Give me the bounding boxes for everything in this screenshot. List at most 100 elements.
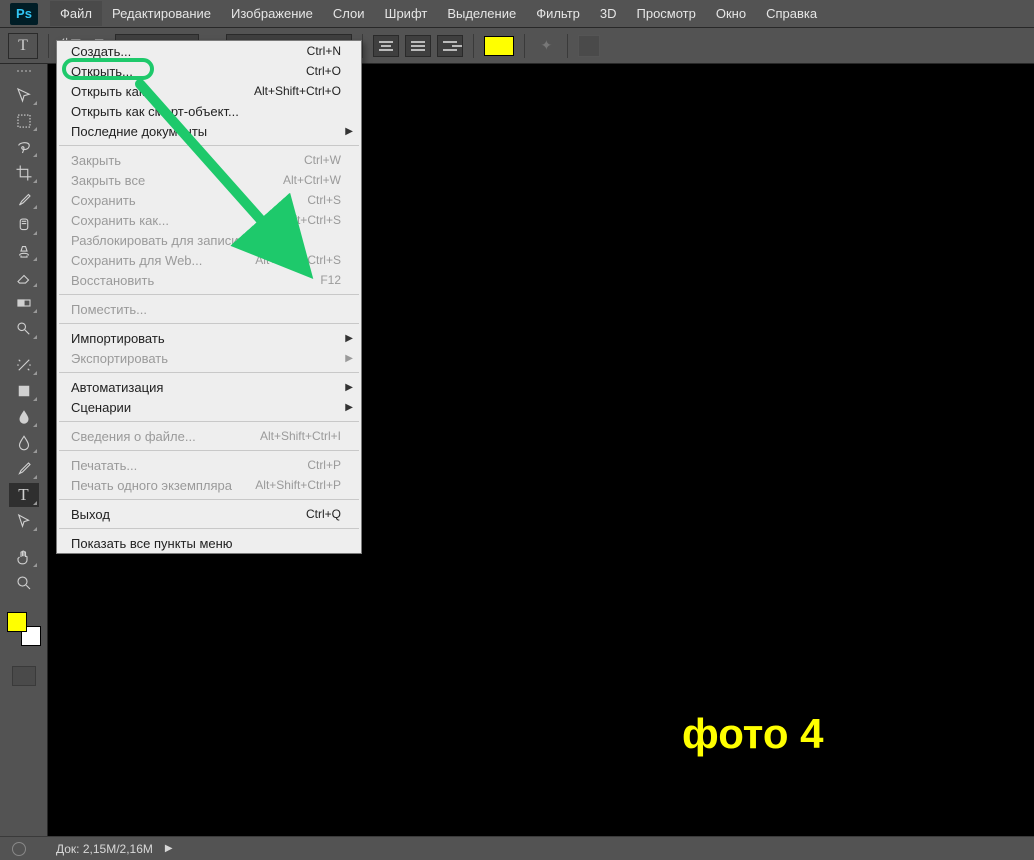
- app-logo: Ps: [10, 3, 38, 25]
- menu-entry[interactable]: Открыть как...Alt+Shift+Ctrl+O: [57, 81, 361, 101]
- healing-brush-tool[interactable]: [9, 213, 39, 237]
- menu-entry-label: Автоматизация: [71, 380, 163, 395]
- menu-entry-shortcut: Ctrl+P: [307, 458, 341, 472]
- menu-item-файл[interactable]: Файл: [50, 1, 102, 26]
- clone-stamp-tool[interactable]: [9, 239, 39, 263]
- menu-divider: [59, 499, 359, 500]
- menu-item-редактирование[interactable]: Редактирование: [102, 1, 221, 26]
- gradient-tool[interactable]: [9, 291, 39, 315]
- menu-entry[interactable]: Последние документы▶: [57, 121, 361, 141]
- menu-entry: Экспортировать▶: [57, 348, 361, 368]
- tools-panel: T: [0, 64, 48, 844]
- menu-entry[interactable]: Сценарии▶: [57, 397, 361, 417]
- menu-entry-shortcut: Ctrl+S: [307, 193, 341, 207]
- text-color-swatch[interactable]: [484, 36, 514, 56]
- menu-entry: Сведения о файле...Alt+Shift+Ctrl+I: [57, 426, 361, 446]
- menu-item-изображение[interactable]: Изображение: [221, 1, 323, 26]
- submenu-arrow-icon: ▶: [345, 402, 353, 413]
- blur-tool[interactable]: [9, 405, 39, 429]
- menu-entry: Печать одного экземпляра Alt+Shift+Ctrl+P: [57, 475, 361, 495]
- menu-entry-label: Импортировать: [71, 331, 165, 346]
- sponge-tool[interactable]: [9, 431, 39, 455]
- panel-grip[interactable]: [8, 70, 40, 78]
- menu-entry[interactable]: Открыть...Ctrl+O: [57, 61, 361, 81]
- menu-entry-shortcut: Alt+Shift+Ctrl+O: [254, 84, 341, 98]
- eraser-tool[interactable]: [9, 265, 39, 289]
- warp-text-icon[interactable]: ✦: [535, 35, 557, 57]
- menu-entry: ЗакрытьCtrl+W: [57, 150, 361, 170]
- menu-divider: [59, 372, 359, 373]
- brush-tool[interactable]: [9, 457, 39, 481]
- menu-item-справка[interactable]: Справка: [756, 1, 827, 26]
- menu-entry-label: Печатать...: [71, 458, 137, 473]
- marquee-tool[interactable]: [9, 109, 39, 133]
- menu-entry[interactable]: Открыть как смарт-объект...: [57, 101, 361, 121]
- menu-entry[interactable]: Импортировать▶: [57, 328, 361, 348]
- dodge-tool[interactable]: [9, 317, 39, 341]
- quickmask-button[interactable]: [12, 666, 36, 686]
- menu-divider: [59, 450, 359, 451]
- menu-entry-shortcut: Alt+Ctrl+W: [283, 173, 341, 187]
- menu-item-шрифт[interactable]: Шрифт: [375, 1, 438, 26]
- menu-entry-label: Закрыть все: [71, 173, 145, 188]
- separator: [567, 34, 568, 58]
- foreground-color-swatch[interactable]: [7, 612, 27, 632]
- menu-entry-shortcut: Ctrl+Q: [306, 507, 341, 521]
- menu-item-выделение[interactable]: Выделение: [437, 1, 526, 26]
- menu-entry[interactable]: Выход Ctrl+Q: [57, 504, 361, 524]
- menu-entry: Печатать... Ctrl+P: [57, 455, 361, 475]
- menu-divider: [59, 323, 359, 324]
- menu-entry-shortcut: Alt+Shift+Ctrl+S: [255, 253, 341, 267]
- menu-entry-label: Печать одного экземпляра: [71, 478, 232, 493]
- separator: [362, 34, 363, 58]
- tool-preset-icon[interactable]: T: [8, 33, 38, 59]
- menubar: Ps ФайлРедактированиеИзображениеСлоиШриф…: [0, 0, 1034, 28]
- menu-entry-shortcut: Alt+Shift+Ctrl+P: [255, 478, 341, 492]
- align-left-button[interactable]: [373, 35, 399, 57]
- lasso-tool[interactable]: [9, 135, 39, 159]
- menu-entry: ВосстановитьF12: [57, 270, 361, 290]
- menu-item-3d[interactable]: 3D: [590, 1, 627, 26]
- zoom-tool[interactable]: [9, 571, 39, 595]
- menu-entry-shortcut: Ctrl+W: [304, 153, 341, 167]
- status-doc-info: Док: 2,15M/2,16M: [56, 842, 153, 856]
- hand-tool[interactable]: [9, 545, 39, 569]
- color-swatches[interactable]: [7, 612, 41, 646]
- menu-entry-label: Открыть как смарт-объект...: [71, 104, 239, 119]
- menu-entry[interactable]: Показать все пункты меню: [57, 533, 361, 553]
- menu-entry-label: Сохранить: [71, 193, 136, 208]
- menu-entry-label: Поместить...: [71, 302, 147, 317]
- menu-entry: Сохранить для Web... Alt+Shift+Ctrl+S: [57, 250, 361, 270]
- menu-entry-label: Сохранить для Web...: [71, 253, 202, 268]
- align-right-button[interactable]: [437, 35, 463, 57]
- menu-entry-label: Выход: [71, 507, 110, 522]
- status-icon[interactable]: [12, 842, 26, 856]
- shape-tool[interactable]: [9, 379, 39, 403]
- menu-item-фильтр[interactable]: Фильтр: [526, 1, 590, 26]
- type-tool[interactable]: T: [9, 483, 39, 507]
- separator: [473, 34, 474, 58]
- menu-entry[interactable]: Создать... Ctrl+N: [57, 41, 361, 61]
- file-menu-dropdown: Создать...Ctrl+NОткрыть...Ctrl+OОткрыть …: [56, 40, 362, 554]
- crop-tool[interactable]: [9, 161, 39, 185]
- menu-entry[interactable]: Автоматизация▶: [57, 377, 361, 397]
- menu-entry-label: Восстановить: [71, 273, 154, 288]
- menu-entry-shortcut: Ctrl+N: [307, 44, 341, 58]
- align-center-button[interactable]: [405, 35, 431, 57]
- menu-divider: [59, 528, 359, 529]
- eyedropper-tool[interactable]: [9, 187, 39, 211]
- status-expand-icon[interactable]: ▶: [165, 843, 173, 854]
- wand-tool[interactable]: [9, 353, 39, 377]
- menu-entry-shortcut: Ctrl+O: [306, 64, 341, 78]
- menu-entry-label: Показать все пункты меню: [71, 536, 233, 551]
- menu-item-окно[interactable]: Окно: [706, 1, 756, 26]
- menu-entry: Закрыть все Alt+Ctrl+W: [57, 170, 361, 190]
- menu-item-просмотр[interactable]: Просмотр: [627, 1, 706, 26]
- path-selection-tool[interactable]: [9, 509, 39, 533]
- move-tool[interactable]: [9, 83, 39, 107]
- separator: [524, 34, 525, 58]
- menu-entry-label: Создать...: [71, 44, 131, 59]
- menu-item-слои[interactable]: Слои: [323, 1, 375, 26]
- menu-entry-label: Экспортировать: [71, 351, 168, 366]
- toggle-panel-icon[interactable]: [578, 35, 600, 57]
